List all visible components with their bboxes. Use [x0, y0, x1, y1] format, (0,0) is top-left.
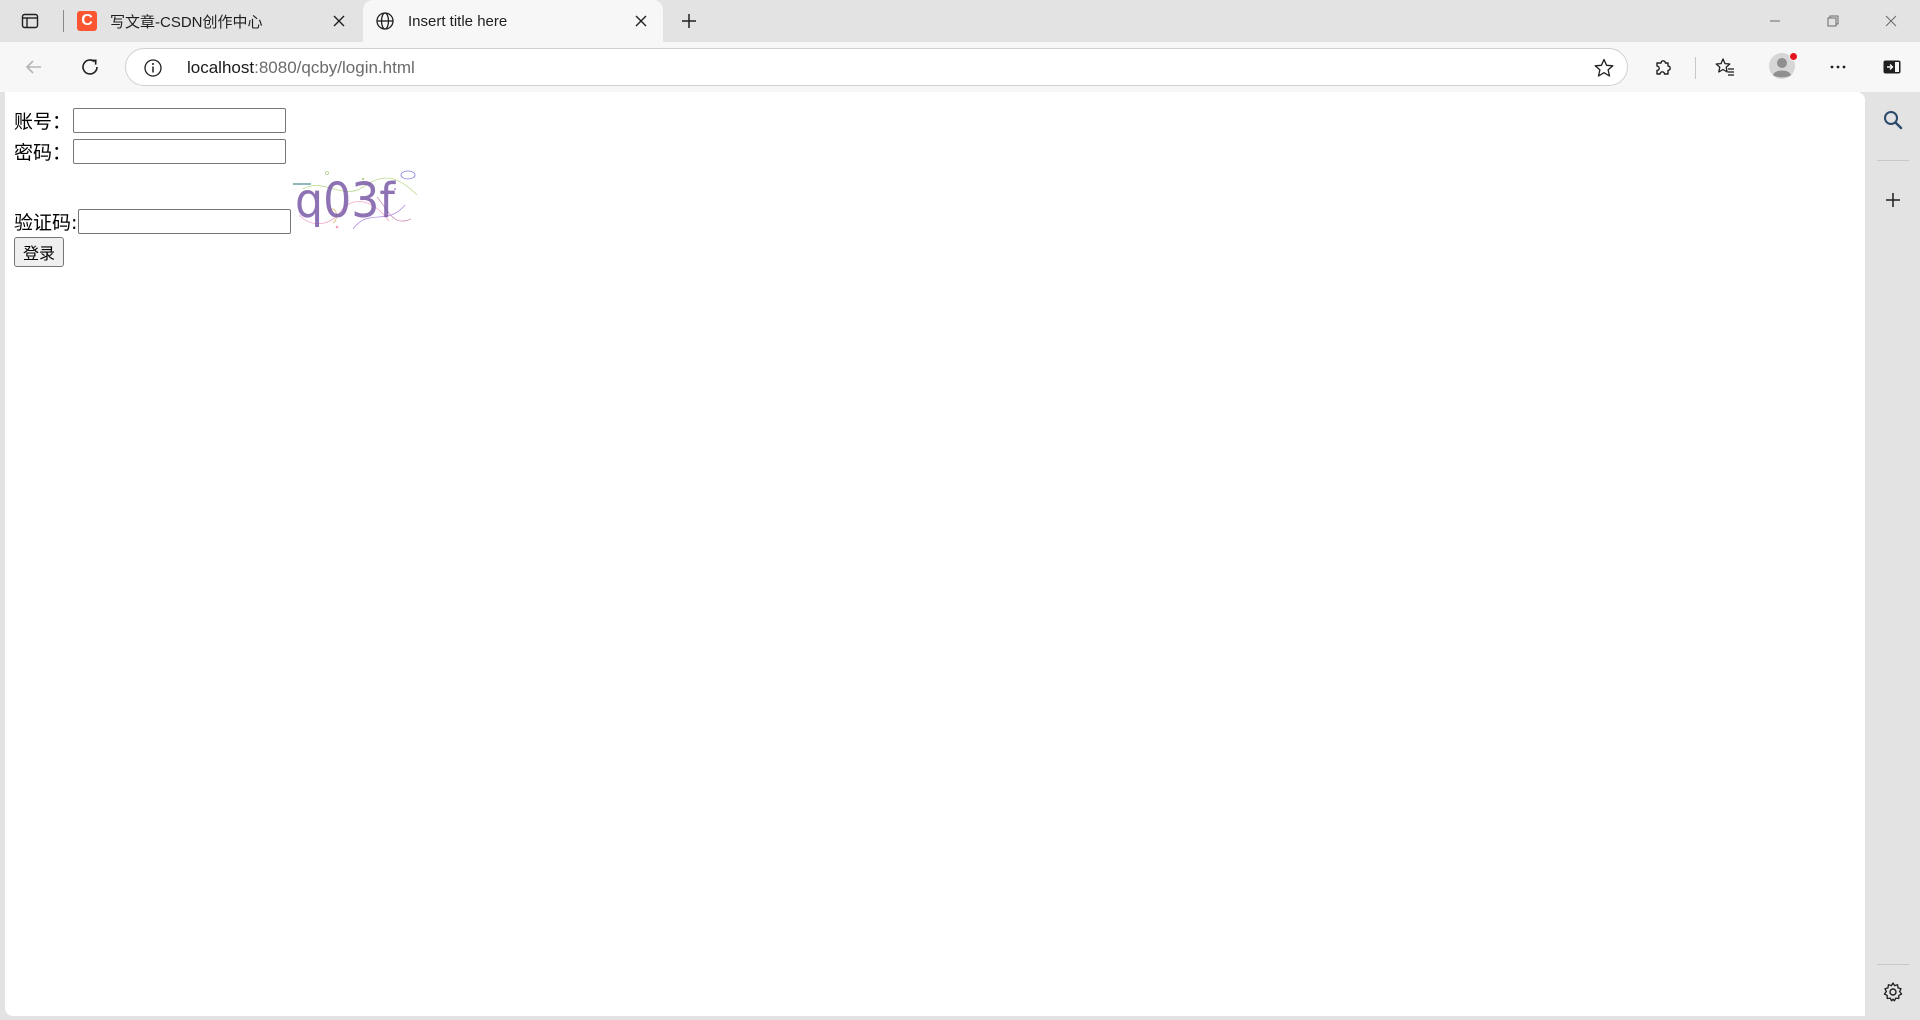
- search-icon: [1884, 111, 1903, 130]
- tab-csdn[interactable]: C 写文章-CSDN创作中心: [65, 0, 361, 42]
- site-info-button[interactable]: [143, 58, 163, 78]
- puzzle-icon: [1656, 60, 1671, 75]
- tab-actions-icon: [21, 13, 39, 29]
- browser-toolbar: localhost:8080/qcby/login.html: [0, 42, 1920, 92]
- toolbar-divider: [1695, 57, 1696, 79]
- more-button[interactable]: [1822, 51, 1854, 83]
- captcha-label: 验证码:: [14, 212, 78, 234]
- tab-strip: C 写文章-CSDN创作中心 Insert title here: [0, 0, 1920, 42]
- refresh-button[interactable]: [74, 51, 106, 83]
- tab-login[interactable]: Insert title here: [363, 0, 663, 42]
- favorites-button[interactable]: [1709, 51, 1741, 83]
- close-icon: [1885, 15, 1897, 27]
- close-icon: [333, 15, 345, 27]
- tab-actions-button[interactable]: [12, 9, 48, 33]
- captcha-image[interactable]: q03f: [293, 167, 421, 231]
- password-label: 密码：: [14, 142, 72, 164]
- close-tab-button[interactable]: [329, 11, 349, 31]
- sidebar-add-button[interactable]: [1877, 184, 1909, 216]
- favorite-button[interactable]: [1593, 57, 1615, 79]
- favorites-icon: [1715, 58, 1734, 76]
- sidebar-search-button[interactable]: [1877, 104, 1909, 136]
- url-path: :8080/qcby/login.html: [254, 58, 415, 77]
- url-host: localhost: [187, 58, 255, 77]
- gear-icon: [1883, 982, 1903, 1002]
- back-arrow-icon: [25, 60, 41, 74]
- tab-separator: [63, 10, 64, 32]
- account-input[interactable]: [73, 108, 287, 133]
- sidebar-toggle-button[interactable]: [1876, 51, 1908, 83]
- address-bar[interactable]: localhost:8080/qcby/login.html: [125, 48, 1628, 86]
- password-input[interactable]: [73, 139, 287, 164]
- page-content: 账号： 密码： 验证码: q03f 登录: [5, 92, 1865, 1016]
- restore-button[interactable]: [1804, 0, 1862, 42]
- window-controls: [1746, 0, 1920, 42]
- edge-sidebar: [1866, 92, 1920, 1020]
- login-button[interactable]: 登录: [14, 237, 65, 267]
- new-tab-button[interactable]: [676, 9, 702, 33]
- account-label: 账号：: [14, 111, 72, 133]
- tab-title: Insert title here: [408, 12, 508, 30]
- plus-icon: [682, 14, 696, 28]
- tab-title: 写文章-CSDN创作中心: [110, 13, 263, 31]
- captcha-row: 验证码:: [14, 208, 292, 235]
- csdn-favicon-icon: C: [77, 11, 97, 31]
- notification-dot: [1789, 52, 1798, 61]
- extensions-button[interactable]: [1648, 51, 1680, 83]
- sidebar-divider: [1877, 964, 1909, 965]
- minimize-icon: [1770, 20, 1780, 22]
- sidebar-settings-button[interactable]: [1877, 976, 1909, 1008]
- minimize-button[interactable]: [1746, 0, 1804, 42]
- sidebar-toggle-icon: [1883, 60, 1901, 74]
- globe-icon: [375, 11, 395, 31]
- account-row: 账号：: [14, 107, 287, 134]
- restore-icon: [1827, 15, 1839, 27]
- more-icon: [1830, 65, 1846, 69]
- url-text[interactable]: localhost:8080/qcby/login.html: [187, 58, 415, 78]
- back-button[interactable]: [18, 51, 50, 83]
- star-icon: [1594, 58, 1614, 77]
- close-icon: [635, 15, 647, 27]
- captcha-input[interactable]: [78, 209, 292, 234]
- password-row: 密码：: [14, 138, 287, 165]
- refresh-icon: [82, 59, 98, 75]
- info-icon: [144, 59, 162, 77]
- plus-icon: [1886, 193, 1900, 207]
- close-tab-button[interactable]: [631, 11, 651, 31]
- captcha-text: q03f: [295, 173, 396, 229]
- close-window-button[interactable]: [1862, 0, 1920, 42]
- sidebar-divider: [1877, 160, 1909, 161]
